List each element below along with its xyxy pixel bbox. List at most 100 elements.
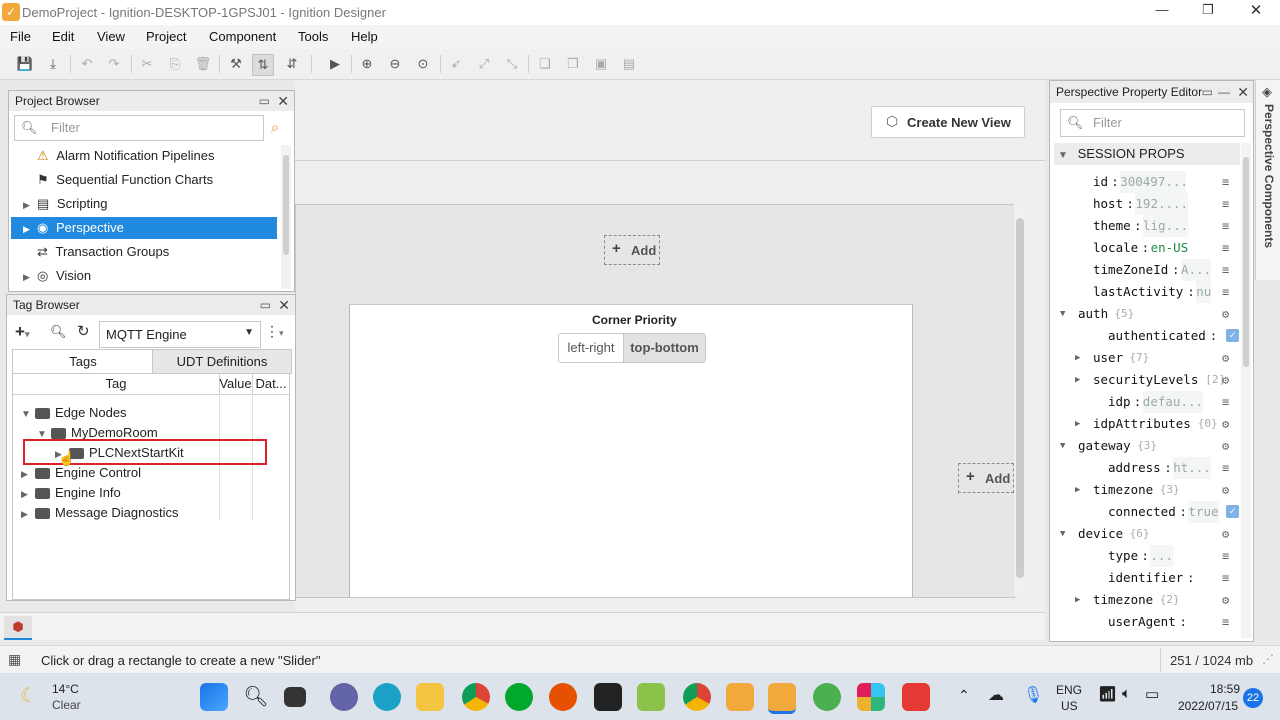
- search-icon[interactable]: 🔍︎: [242, 683, 270, 711]
- minimize-button[interactable]: —: [1152, 2, 1172, 22]
- expand-icon[interactable]: ▶: [23, 218, 33, 240]
- tree-item-alarm-pipelines[interactable]: ⚠ Alarm Notification Pipelines: [9, 145, 279, 167]
- clock-date[interactable]: 2022/07/15: [1178, 699, 1238, 713]
- property-value[interactable]: 192....: [1135, 193, 1189, 215]
- perspective-dock-icon[interactable]: ⬢: [4, 616, 32, 640]
- file-explorer-icon[interactable]: [416, 683, 444, 711]
- gear-icon[interactable]: ⚙: [1222, 347, 1229, 369]
- corner-option-top-bottom[interactable]: top-bottom: [624, 334, 705, 362]
- gear-icon[interactable]: ⚙: [1222, 435, 1229, 457]
- gear-icon[interactable]: ⚙: [1222, 413, 1229, 435]
- save-icon[interactable]: 💾: [15, 54, 35, 74]
- menu-help[interactable]: Help: [351, 29, 378, 44]
- save-as-icon[interactable]: ⤓: [43, 54, 63, 74]
- play-icon[interactable]: ▶: [325, 54, 345, 74]
- property-row[interactable]: connected: true ✓: [1050, 501, 1240, 523]
- property-row[interactable]: type:... ≡: [1050, 545, 1240, 567]
- sync-icon[interactable]: ⇵: [282, 54, 302, 74]
- maximize-icon[interactable]: ▭: [1202, 81, 1213, 103]
- grid-icon[interactable]: ▦: [8, 651, 21, 668]
- property-row[interactable]: ▼ device {6} ⚙: [1050, 523, 1240, 545]
- app-launcher-icon[interactable]: [637, 683, 665, 711]
- gear-icon[interactable]: ⚙: [1222, 523, 1229, 545]
- property-value[interactable]: true: [1188, 501, 1219, 523]
- gear-icon[interactable]: ⚙: [1222, 303, 1229, 325]
- tree-item-scripting[interactable]: ▶ ▤ Scripting: [9, 193, 279, 215]
- property-row[interactable]: ▶ timezone {3} ⚙: [1050, 479, 1240, 501]
- slack-icon[interactable]: [857, 683, 885, 711]
- search-icon[interactable]: 🔍︎: [50, 324, 67, 340]
- column-header-tag[interactable]: Tag: [13, 374, 220, 395]
- gear-icon[interactable]: ⚙: [1222, 589, 1229, 611]
- menu-edit[interactable]: Edit: [52, 29, 74, 44]
- menu-lines-icon[interactable]: ≡: [1222, 545, 1229, 567]
- tag-row-message-diagnostics[interactable]: ▶ Message Diagnostics: [21, 502, 179, 524]
- property-value[interactable]: 300497...: [1120, 171, 1187, 193]
- checkbox-icon[interactable]: ✓: [1226, 329, 1239, 342]
- audio-app-icon[interactable]: [549, 683, 577, 711]
- property-row[interactable]: authenticated: ✓: [1050, 325, 1240, 347]
- tag-row-engine-info[interactable]: ▶ Engine Info: [21, 482, 121, 504]
- copy-icon[interactable]: ⎘: [165, 54, 185, 74]
- expand-icon[interactable]: ▶: [23, 266, 33, 288]
- property-row[interactable]: locale: en-US ≡: [1050, 237, 1240, 259]
- property-row[interactable]: id:300497... ≡: [1050, 171, 1240, 193]
- zoom-fit-icon[interactable]: ⊙: [413, 54, 433, 74]
- menu-lines-icon[interactable]: ≡: [1222, 237, 1229, 259]
- menu-lines-icon[interactable]: ≡: [1222, 259, 1229, 281]
- preview-mode-icon[interactable]: ⇅: [252, 54, 274, 76]
- more-menu-icon[interactable]: ⋮▾: [265, 323, 284, 340]
- menu-lines-icon[interactable]: ≡: [1222, 171, 1229, 193]
- zoom-in-icon[interactable]: ⊕: [357, 54, 377, 74]
- recorder-icon[interactable]: [902, 683, 930, 711]
- tree-item-vision[interactable]: ▶ ◎ Vision: [9, 265, 279, 287]
- tab-udt-definitions[interactable]: UDT Definitions: [152, 349, 292, 374]
- tree-item-perspective[interactable]: ▶ ◉ Perspective: [11, 217, 277, 239]
- menu-lines-icon[interactable]: ≡: [1222, 391, 1229, 413]
- property-row[interactable]: ▶ user {7} ⚙: [1050, 347, 1240, 369]
- tab-tags[interactable]: Tags: [12, 349, 154, 373]
- column-header-datatype[interactable]: Dat...: [253, 374, 289, 395]
- scrollbar-thumb[interactable]: [1016, 218, 1024, 578]
- expand-icon[interactable]: ▶: [1075, 369, 1085, 391]
- microphone-icon[interactable]: 🎙︎: [1023, 685, 1043, 705]
- expand-icon[interactable]: ▶: [23, 194, 33, 216]
- perspective-components-tab[interactable]: ◈ Perspective Components: [1255, 80, 1280, 280]
- property-value[interactable]: ht...: [1173, 457, 1211, 479]
- clock-time[interactable]: 18:59: [1210, 682, 1240, 696]
- evernote-icon[interactable]: [505, 683, 533, 711]
- bring-front-icon[interactable]: ▣: [591, 54, 611, 74]
- menu-project[interactable]: Project: [146, 29, 186, 44]
- collapse-icon[interactable]: ▼: [1060, 303, 1070, 325]
- tag-provider-select[interactable]: MQTT Engine ▼: [99, 321, 261, 348]
- property-filter-input[interactable]: 🔍︎ Filter: [1060, 109, 1245, 137]
- top-add-slot[interactable]: + Add: [604, 235, 660, 265]
- maximize-icon[interactable]: ▭: [260, 295, 271, 315]
- project-tree-scrollbar[interactable]: [281, 145, 291, 289]
- property-row[interactable]: ▶ timezone {2} ⚙: [1050, 589, 1240, 611]
- create-view-button[interactable]: ⬡ Create New View: [871, 106, 1025, 138]
- property-value[interactable]: nu: [1196, 281, 1212, 303]
- tag-row-engine-control[interactable]: ▶ Engine Control: [21, 462, 141, 484]
- property-scrollbar[interactable]: [1241, 143, 1251, 638]
- cloud-icon[interactable]: ☁: [988, 685, 1004, 705]
- maximize-icon[interactable]: ▭: [259, 91, 270, 111]
- close-icon[interactable]: ✕: [278, 295, 290, 315]
- menu-lines-icon[interactable]: ≡: [1222, 215, 1229, 237]
- pointer-icon[interactable]: ➶: [446, 54, 466, 74]
- zoom-out-icon[interactable]: ⊖: [385, 54, 405, 74]
- property-value[interactable]: en-US: [1151, 237, 1189, 259]
- battery-icon[interactable]: ▭: [1145, 685, 1159, 703]
- chat-icon[interactable]: [330, 683, 358, 711]
- expand-icon[interactable]: ▶: [1075, 589, 1085, 611]
- close-icon[interactable]: ✕: [277, 91, 289, 111]
- close-window-button[interactable]: ✕: [1246, 1, 1266, 21]
- property-row[interactable]: ▶ idpAttributes {0} ⚙: [1050, 413, 1240, 435]
- tree-item-sfc[interactable]: ⚑ Sequential Function Charts: [9, 169, 279, 191]
- send-back-icon[interactable]: ▤: [619, 54, 639, 74]
- chrome-profile-icon[interactable]: [683, 683, 711, 711]
- terminal-app-icon[interactable]: [594, 683, 622, 711]
- language-bottom[interactable]: US: [1061, 699, 1078, 713]
- restore-button[interactable]: ❐: [1198, 2, 1218, 22]
- property-value[interactable]: lig...: [1143, 215, 1189, 237]
